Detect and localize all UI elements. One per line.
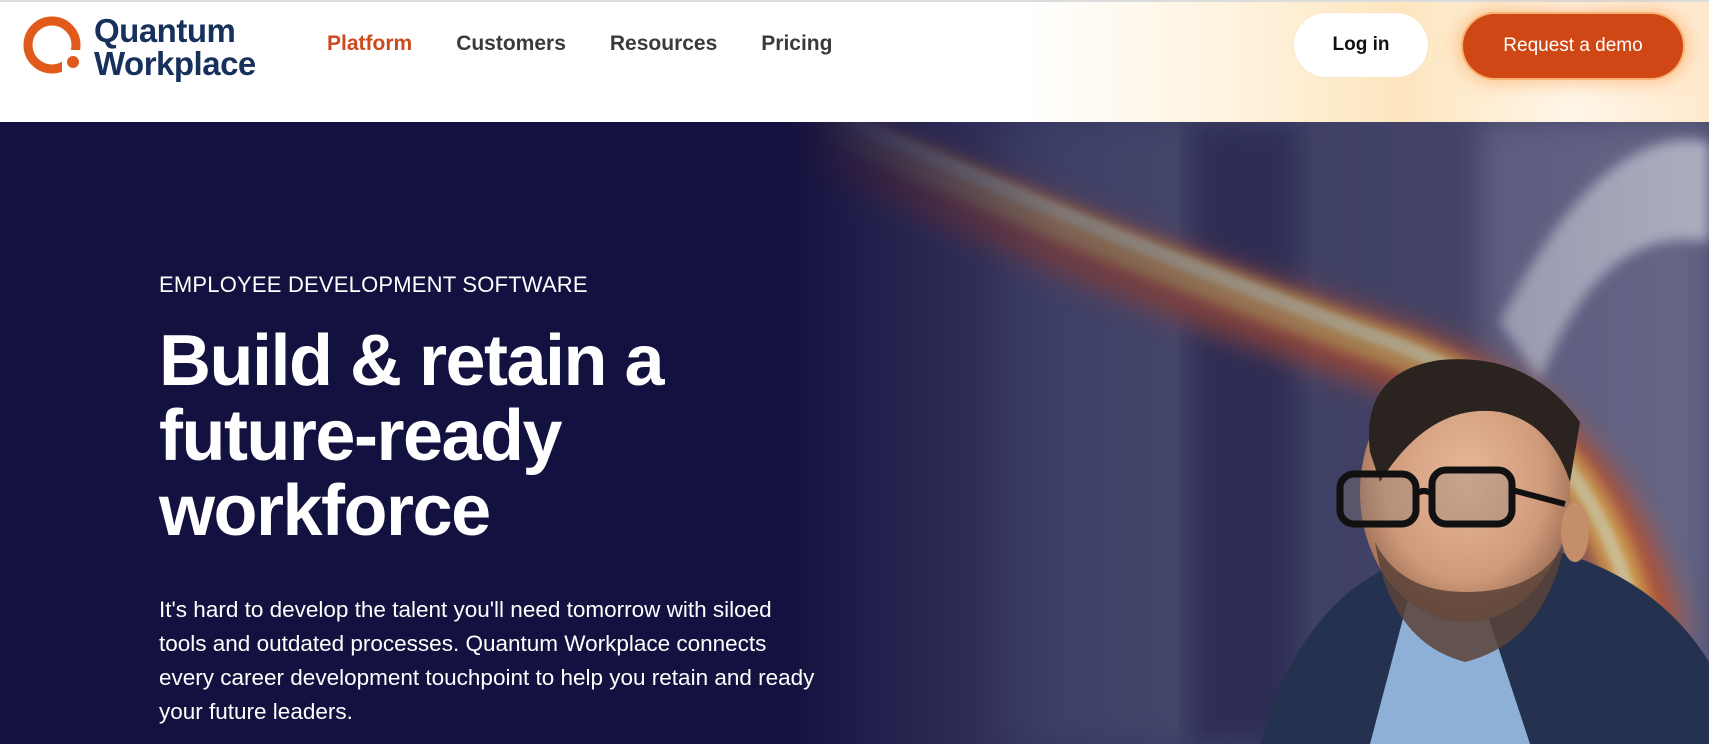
- logo-line-2: Workplace: [94, 45, 256, 82]
- logo-wordmark: Quantum Workplace: [94, 14, 256, 80]
- hero-eyebrow: EMPLOYEE DEVELOPMENT SOFTWARE: [159, 272, 588, 297]
- logo-mark-icon: [23, 16, 88, 76]
- hero-content: EMPLOYEE DEVELOPMENT SOFTWARE Build & re…: [159, 272, 859, 729]
- nav-item-pricing[interactable]: Pricing: [761, 32, 832, 56]
- hero-headline: Build & retain a future-ready workforce: [159, 321, 665, 551]
- login-button[interactable]: Log in: [1294, 13, 1428, 77]
- logo-line-1: Quantum: [94, 12, 236, 49]
- quantum-workplace-logo[interactable]: Quantum Workplace: [22, 12, 272, 82]
- hero-section: EMPLOYEE DEVELOPMENT SOFTWARE Build & re…: [0, 122, 1709, 744]
- main-nav: Platform Customers Resources Pricing: [327, 32, 876, 56]
- request-demo-button[interactable]: Request a demo: [1463, 14, 1683, 78]
- nav-item-platform[interactable]: Platform: [327, 32, 412, 56]
- hero-body-text: It's hard to develop the talent you'll n…: [159, 597, 815, 724]
- site-header: Quantum Workplace Platform Customers Res…: [0, 2, 1709, 122]
- nav-item-customers[interactable]: Customers: [456, 32, 566, 56]
- nav-item-resources[interactable]: Resources: [610, 32, 717, 56]
